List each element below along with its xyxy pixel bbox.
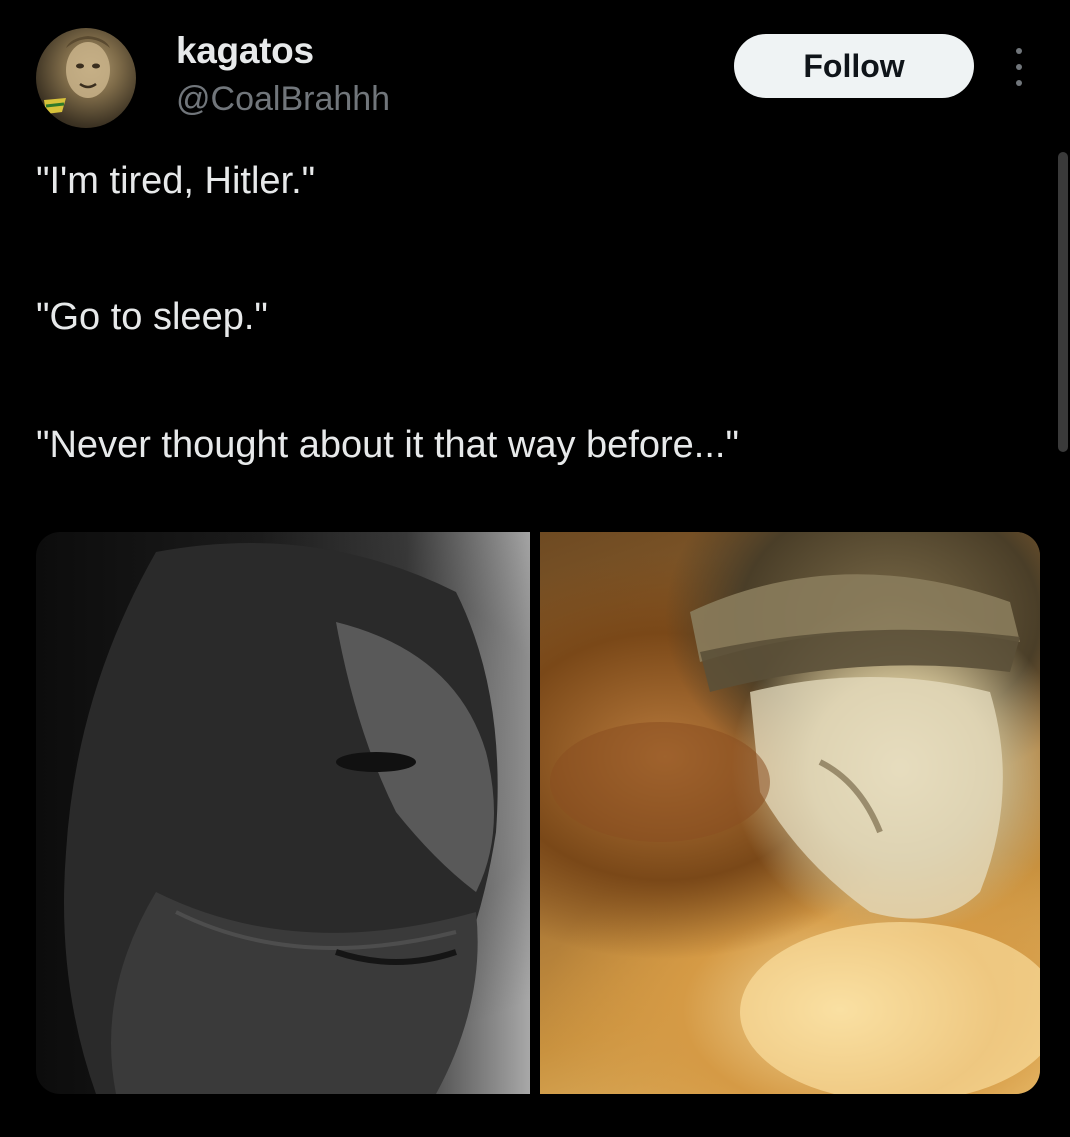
user-handle[interactable]: @CoalBrahhh bbox=[176, 80, 390, 119]
portrait-illustration bbox=[64, 543, 498, 1094]
tweet-media[interactable] bbox=[36, 532, 1040, 1094]
avatar[interactable] bbox=[36, 28, 136, 128]
soldier-illustration bbox=[550, 574, 1040, 1094]
more-options-icon[interactable] bbox=[1004, 42, 1034, 92]
tweet-text-line: "I'm tired, Hitler." bbox=[36, 160, 316, 202]
scrollbar[interactable] bbox=[1058, 152, 1068, 452]
tweet-text-line: "Never thought about it that way before.… bbox=[36, 424, 739, 466]
avatar-image bbox=[44, 36, 110, 114]
media-image-left[interactable] bbox=[36, 532, 530, 1094]
display-name[interactable]: kagatos bbox=[176, 30, 314, 72]
media-image-right[interactable] bbox=[540, 532, 1040, 1094]
more-dot bbox=[1016, 48, 1022, 54]
more-dot bbox=[1016, 64, 1022, 70]
tweet-text-line: "Go to sleep." bbox=[36, 296, 268, 338]
more-dot bbox=[1016, 80, 1022, 86]
follow-button[interactable]: Follow bbox=[734, 34, 974, 98]
